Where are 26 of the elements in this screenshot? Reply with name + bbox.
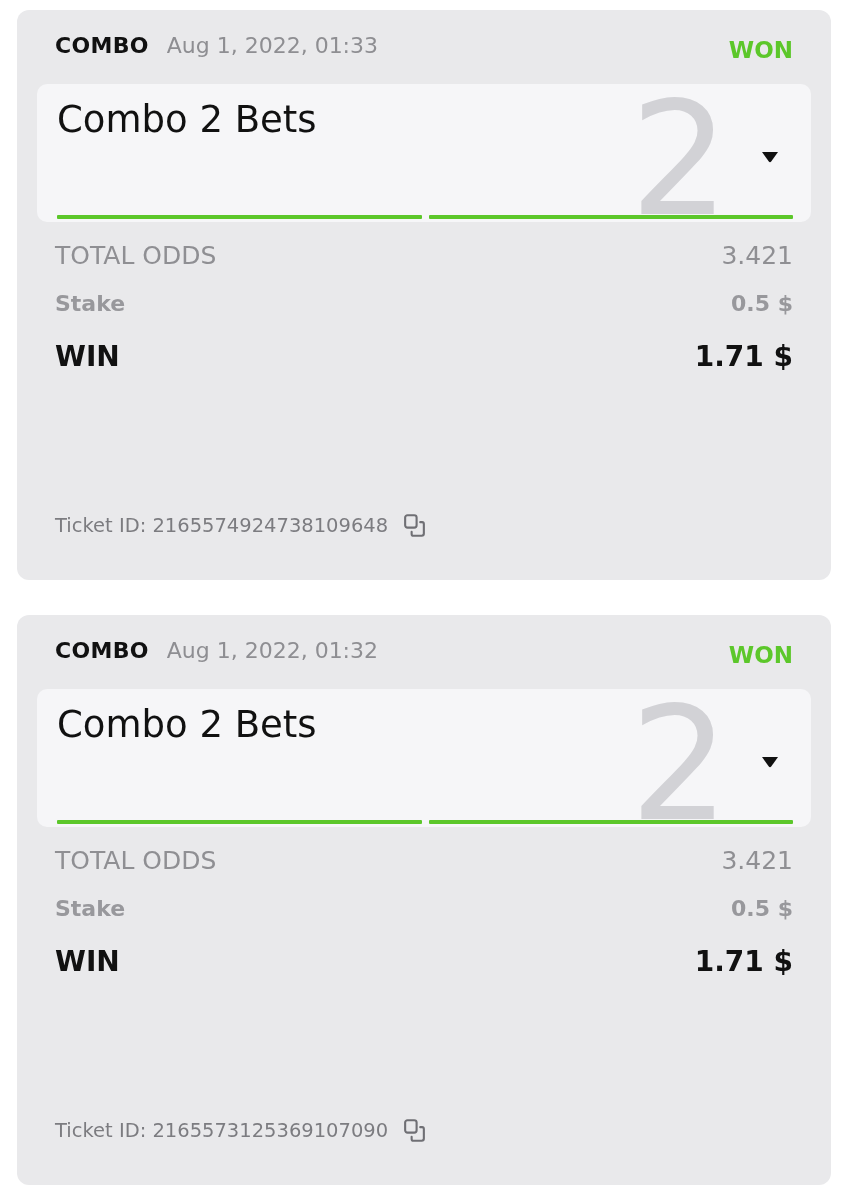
bet-title: Combo 2 Bets bbox=[57, 704, 317, 746]
stake-label: Stake bbox=[55, 290, 126, 316]
caret-icon[interactable] bbox=[761, 151, 779, 163]
ticket-id-text: Ticket ID: 2165574924738109648 bbox=[55, 514, 389, 537]
bet-date: Aug 1, 2022, 01:33 bbox=[166, 32, 379, 58]
bet-title: Combo 2 Bets bbox=[57, 99, 317, 141]
win-amount-value: 1.71 $ bbox=[694, 339, 793, 373]
stake-value: 0.5 $ bbox=[731, 290, 793, 316]
caret-icon[interactable] bbox=[761, 756, 779, 768]
status-label: WON bbox=[728, 37, 793, 63]
total-odds-label: TOTAL ODDS bbox=[55, 845, 217, 875]
ticket-id-text: Ticket ID: 2165573125369107090 bbox=[55, 1119, 389, 1142]
total-odds-label: TOTAL ODDS bbox=[55, 240, 217, 270]
total-odds-value: 3.421 bbox=[721, 240, 793, 270]
stake-label: Stake bbox=[55, 895, 126, 921]
win-amount-value: 1.71 $ bbox=[694, 944, 793, 978]
win-amount-label: WIN bbox=[55, 339, 120, 373]
copy-icon[interactable] bbox=[404, 514, 426, 537]
bet-date: Aug 1, 2022, 01:32 bbox=[166, 637, 379, 663]
bet-type-label: COMBO bbox=[55, 32, 149, 58]
total-odds-value: 3.421 bbox=[721, 845, 793, 875]
stake-value: 0.5 $ bbox=[731, 895, 793, 921]
status-label: WON bbox=[728, 642, 793, 668]
copy-icon[interactable] bbox=[404, 1119, 426, 1142]
bet-type-label: COMBO bbox=[55, 637, 149, 663]
win-amount-label: WIN bbox=[55, 944, 120, 978]
